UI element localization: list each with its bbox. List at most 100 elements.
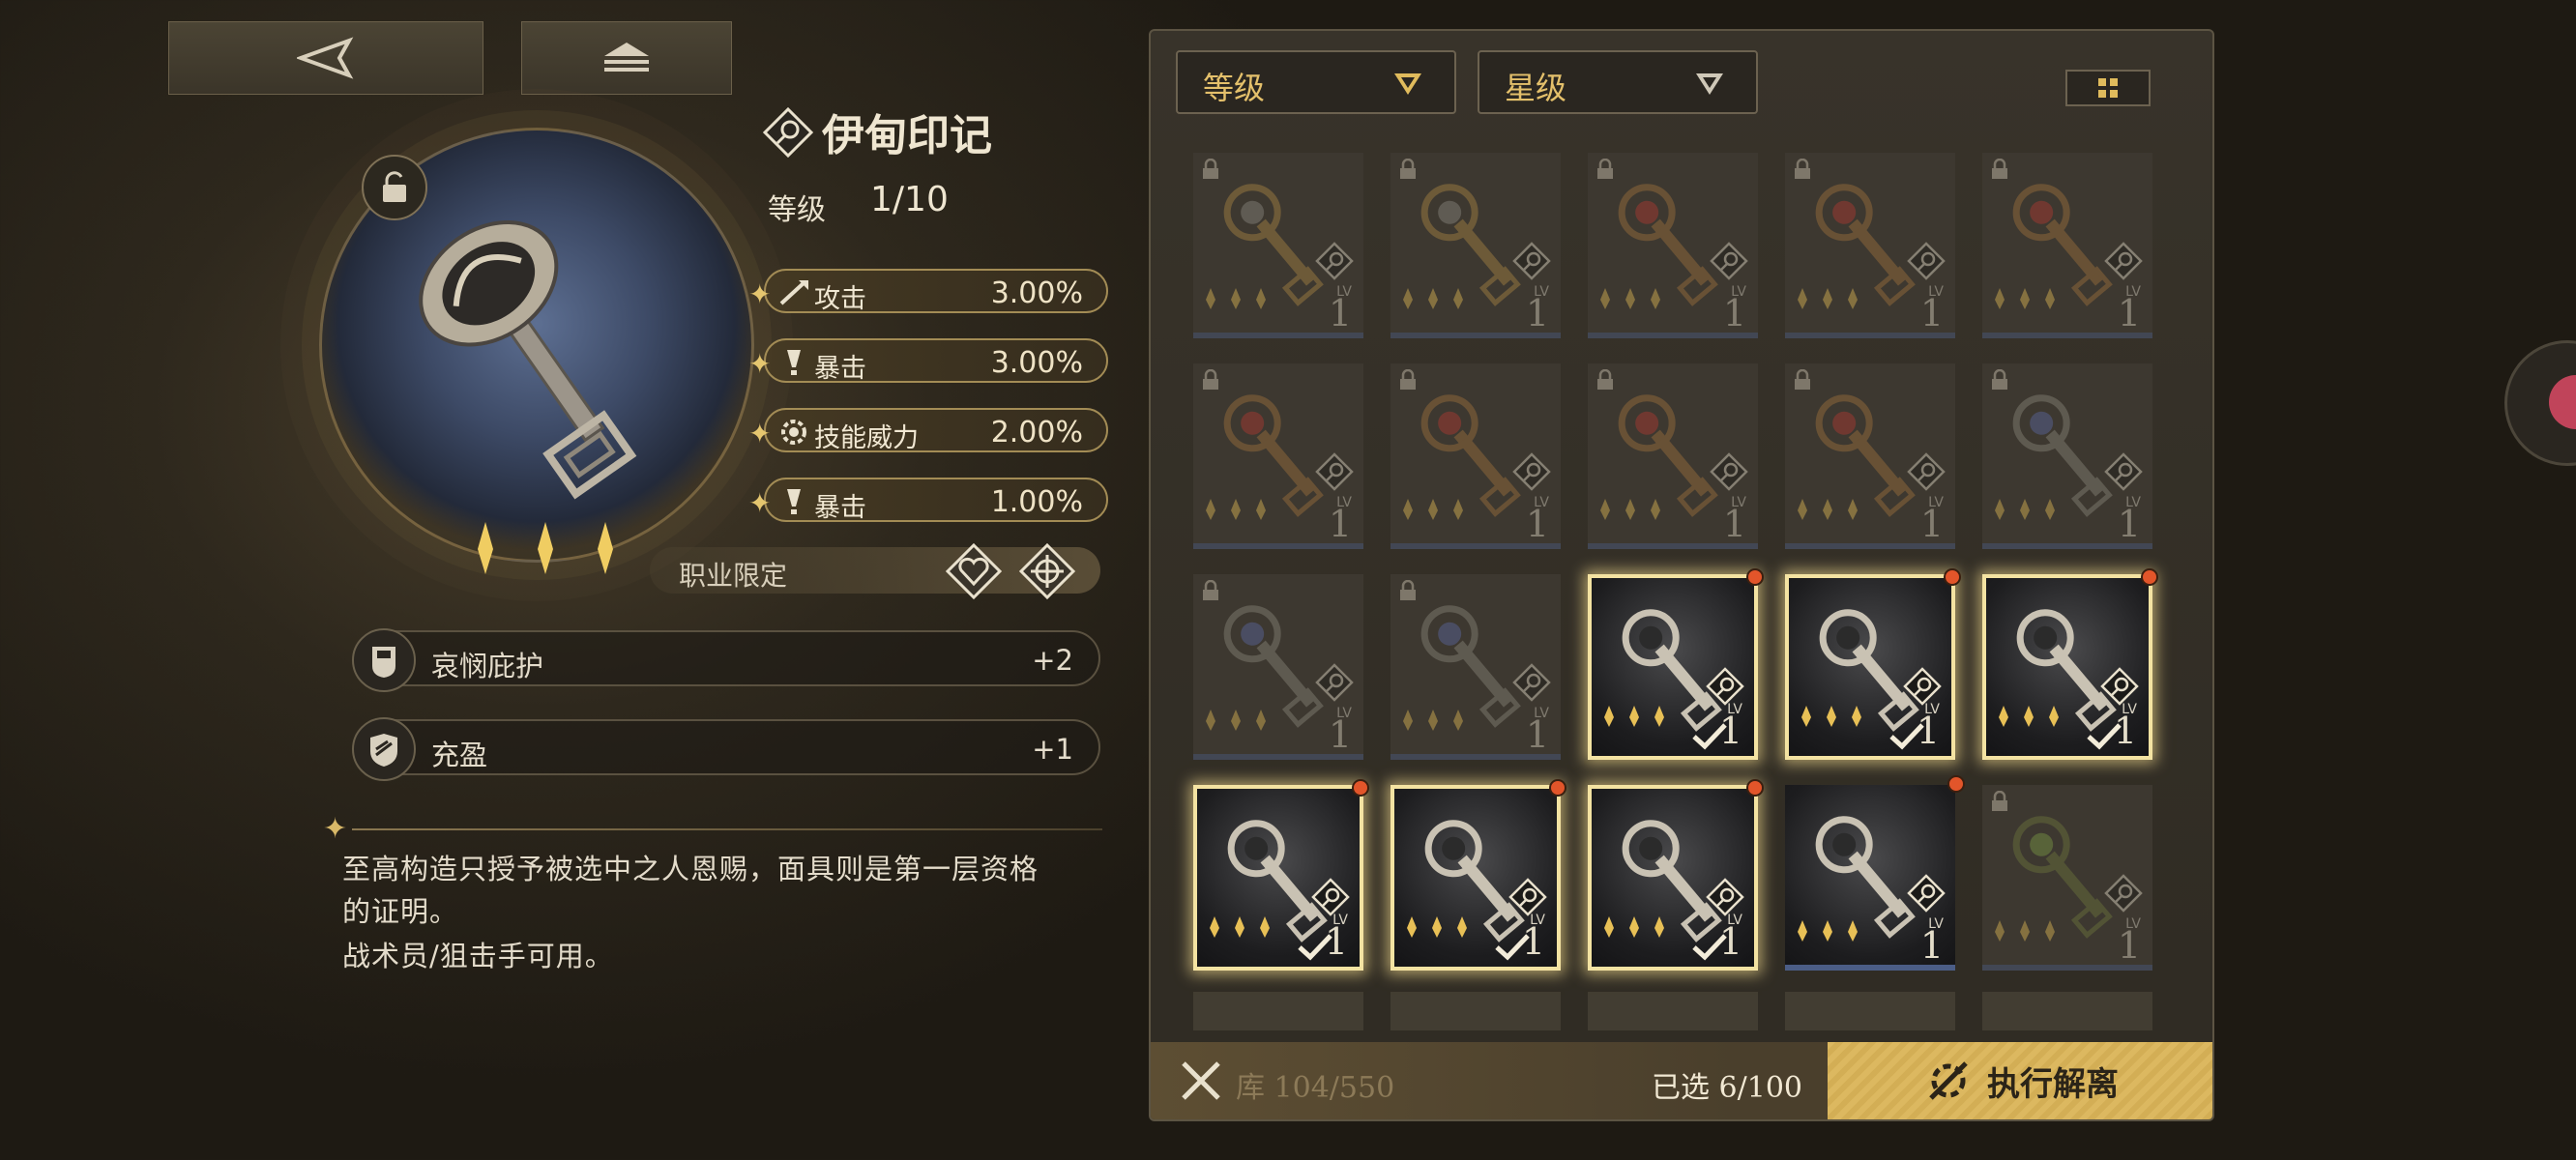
rarity-strip: [1982, 333, 2152, 338]
star-rating-icon: [1801, 706, 1861, 727]
inventory-card[interactable]: LV 1: [1982, 785, 2152, 971]
grid-view-toggle[interactable]: [2065, 70, 2151, 106]
inventory-card[interactable]: LV 1: [1588, 363, 1758, 549]
inventory-card[interactable]: LV 1: [1588, 779, 1764, 971]
dismantle-icon: [1929, 1061, 1968, 1100]
inventory-card[interactable]: [1982, 992, 2152, 1030]
check-icon: [1298, 934, 1332, 961]
spark-icon: ✦: [323, 812, 348, 846]
star-rating-icon: [1206, 288, 1266, 309]
stat-value: 3.00%: [990, 276, 1083, 310]
star-rating-icon: [1798, 288, 1858, 309]
lock-icon: [1992, 369, 2007, 390]
card-body: LV 1: [1193, 574, 1363, 760]
stat-value: 1.00%: [990, 485, 1083, 519]
lock-icon: [1597, 159, 1613, 179]
inventory-card[interactable]: LV 1: [1193, 153, 1363, 338]
item-type-icon: [1315, 452, 1354, 491]
filter-label: 等级: [1203, 70, 1266, 106]
inventory-card[interactable]: LV 1: [1390, 153, 1561, 338]
card-body: LV 1: [1390, 153, 1561, 338]
dismantle-button[interactable]: 执行解离: [1828, 1042, 2212, 1119]
star-rating-icon: [1995, 288, 2055, 309]
stat-value: 3.00%: [990, 346, 1083, 380]
lock-icon: [1400, 159, 1416, 179]
item-type-icon: [1512, 242, 1551, 280]
inventory-card[interactable]: LV 1: [1193, 779, 1369, 971]
sniper-class-icon[interactable]: [1017, 541, 1077, 601]
rarity-strip: [1785, 543, 1955, 549]
description-line: 的证明。: [342, 895, 459, 928]
description-line: 战术员/狙击手可用。: [342, 940, 614, 972]
chevron-down-icon: [1696, 73, 1723, 95]
rarity-strip: [1390, 333, 1561, 338]
filter-label: 星级: [1505, 70, 1567, 106]
level-number: 1: [2117, 924, 2141, 967]
item-type-icon: [1907, 452, 1946, 491]
item-type-icon: [2104, 452, 2143, 491]
inventory-card[interactable]: LV 1: [1390, 779, 1566, 971]
rarity-strip: [1785, 333, 1955, 338]
inventory-card[interactable]: [1193, 992, 1363, 1030]
inventory-card[interactable]: LV 1: [1982, 153, 2152, 338]
divider: [352, 828, 1102, 830]
inventory-card[interactable]: LV 1: [1785, 153, 1955, 338]
tactician-class-icon[interactable]: [944, 541, 1004, 601]
item-type-icon: [1710, 452, 1748, 491]
star-icon: [538, 522, 553, 574]
home-button[interactable]: [521, 21, 732, 95]
inventory-card[interactable]: LV 1: [1588, 568, 1764, 760]
card-body: LV 1: [1588, 153, 1758, 338]
card-body: LV 1: [1197, 789, 1360, 967]
back-button[interactable]: [168, 21, 483, 95]
close-icon[interactable]: [1178, 1058, 1224, 1104]
passive-row[interactable]: 充盈 +1: [352, 717, 1100, 781]
inventory-card[interactable]: [1390, 992, 1561, 1030]
inventory-card[interactable]: LV 1: [1982, 363, 2152, 549]
star-rating-icon: [1600, 499, 1660, 520]
inventory-card[interactable]: LV 1: [1982, 568, 2158, 760]
star-filter-dropdown[interactable]: 星级: [1478, 50, 1758, 114]
inventory-card[interactable]: LV 1: [1193, 363, 1363, 549]
star-rating-icon: [1206, 710, 1266, 731]
inventory-card[interactable]: [1588, 992, 1758, 1030]
item-type-icon: [1512, 663, 1551, 702]
lock-icon: [1203, 159, 1218, 179]
check-icon: [1889, 723, 1924, 750]
star-rating-icon: [1206, 499, 1266, 520]
inventory-card[interactable]: LV 1: [1193, 574, 1363, 760]
inventory-card[interactable]: LV 1: [1390, 574, 1561, 760]
lock-icon: [1597, 369, 1613, 390]
level-filter-dropdown[interactable]: 等级: [1176, 50, 1456, 114]
class-restriction-label: 职业限定: [679, 560, 788, 592]
crest-icon: [352, 717, 416, 781]
rarity-strip: [1588, 543, 1758, 549]
spark-icon: ✦: [748, 348, 772, 380]
passive-value: +1: [1032, 733, 1073, 766]
rarity-strip: [1785, 965, 1955, 971]
stat-label: 暴击: [814, 354, 866, 384]
inventory-card[interactable]: LV 1: [1588, 153, 1758, 338]
rarity-strip: [1193, 754, 1363, 760]
rarity-strip: [1390, 754, 1561, 760]
inventory-card[interactable]: LV 1: [1785, 363, 1955, 549]
inventory-card[interactable]: LV 1: [1785, 568, 1961, 760]
star-rating-icon: [1604, 706, 1664, 727]
lock-icon: [1992, 159, 2007, 179]
star-rating-icon: [1995, 920, 2055, 942]
check-icon: [1692, 934, 1727, 961]
inventory-card[interactable]: LV 1: [1390, 363, 1561, 549]
star-rating-icon: [1403, 499, 1463, 520]
star-icon: [478, 522, 493, 574]
new-indicator-dot: [1746, 568, 1764, 586]
passive-value: +2: [1032, 644, 1073, 677]
stat-row: ✦ 攻击 3.00%: [748, 269, 1108, 314]
exclaim-icon: [787, 489, 801, 514]
inventory-card[interactable]: LV 1: [1785, 775, 1965, 971]
sword-icon: [779, 280, 808, 305]
inventory-card[interactable]: [1785, 992, 1955, 1030]
star-rating-icon: [1600, 288, 1660, 309]
star-rating-icon: [1403, 710, 1463, 731]
passive-row[interactable]: 哀悯庇护 +2: [352, 628, 1100, 692]
lock-icon: [1203, 369, 1218, 390]
